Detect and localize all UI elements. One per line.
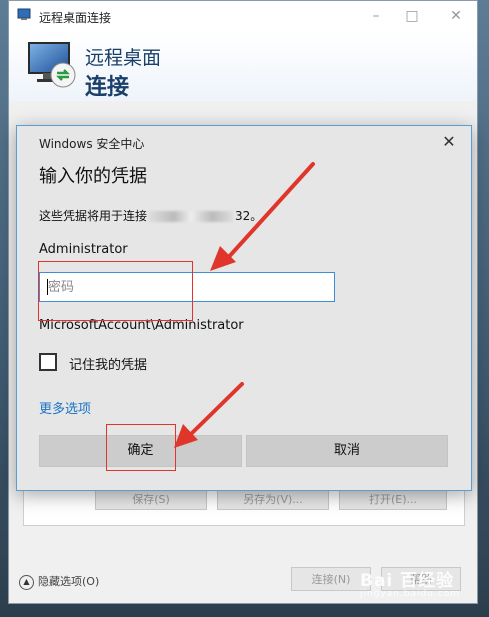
credential-dialog: Windows 安全中心 ✕ 输入你的凭据 这些凭据将用于连接 32。 Admin… xyxy=(16,125,472,491)
description-prefix: 这些凭据将用于连接 xyxy=(39,209,148,223)
watermark-text: Bai 百经验 xyxy=(360,571,455,591)
username-label: Administrator xyxy=(39,242,128,257)
rdc-banner: 远程桌面 连接 xyxy=(9,31,477,101)
open-button[interactable]: 打开(E)... xyxy=(339,488,447,510)
rdc-app-icon xyxy=(17,8,31,20)
remember-label[interactable]: 记住我的凭据 xyxy=(69,354,147,373)
alt-account-link[interactable]: MicrosoftAccount\Administrator xyxy=(39,318,244,333)
connect-button[interactable]: 连接(N) xyxy=(291,567,371,591)
dialog-description: 这些凭据将用于连接 32。 xyxy=(39,207,262,224)
dialog-caption: Windows 安全中心 xyxy=(39,137,145,151)
maximize-button[interactable]: □ xyxy=(397,5,427,27)
remote-desktop-icon xyxy=(28,42,76,88)
close-window-button[interactable]: ✕ xyxy=(441,5,471,27)
password-field[interactable] xyxy=(39,272,335,302)
more-options-link[interactable]: 更多选项 xyxy=(39,398,91,417)
close-icon: ✕ xyxy=(442,132,456,151)
save-button[interactable]: 保存(S) xyxy=(95,488,207,510)
dialog-close-button[interactable]: ✕ xyxy=(437,130,461,154)
minimize-button[interactable]: – xyxy=(361,5,391,27)
banner-line2: 连接 xyxy=(85,75,130,100)
banner-line1: 远程桌面 xyxy=(85,47,162,69)
rdc-title: 远程桌面连接 xyxy=(39,11,112,25)
rdc-title-bar: 远程桌面连接 – □ ✕ xyxy=(9,1,477,31)
chevron-up-icon: ▲ xyxy=(19,574,34,590)
watermark-sub: jingyan.baidu.com xyxy=(360,589,461,599)
hide-options-toggle[interactable]: ▲ 隐藏选项(O) xyxy=(19,573,99,590)
baidu-watermark: Bai 百经验 jingyan.baidu.com xyxy=(360,566,460,599)
description-suffix: 32。 xyxy=(235,209,263,223)
save-as-button[interactable]: 另存为(V)... xyxy=(217,488,329,510)
dialog-heading: 输入你的凭据 xyxy=(39,166,147,187)
text-caret xyxy=(47,279,48,295)
cancel-button[interactable]: 取消 xyxy=(246,435,448,467)
remember-checkbox[interactable] xyxy=(39,353,57,371)
hide-options-label: 隐藏选项(O) xyxy=(38,575,100,588)
redacted-address xyxy=(149,211,234,222)
ok-button[interactable]: 确定 xyxy=(39,435,242,467)
